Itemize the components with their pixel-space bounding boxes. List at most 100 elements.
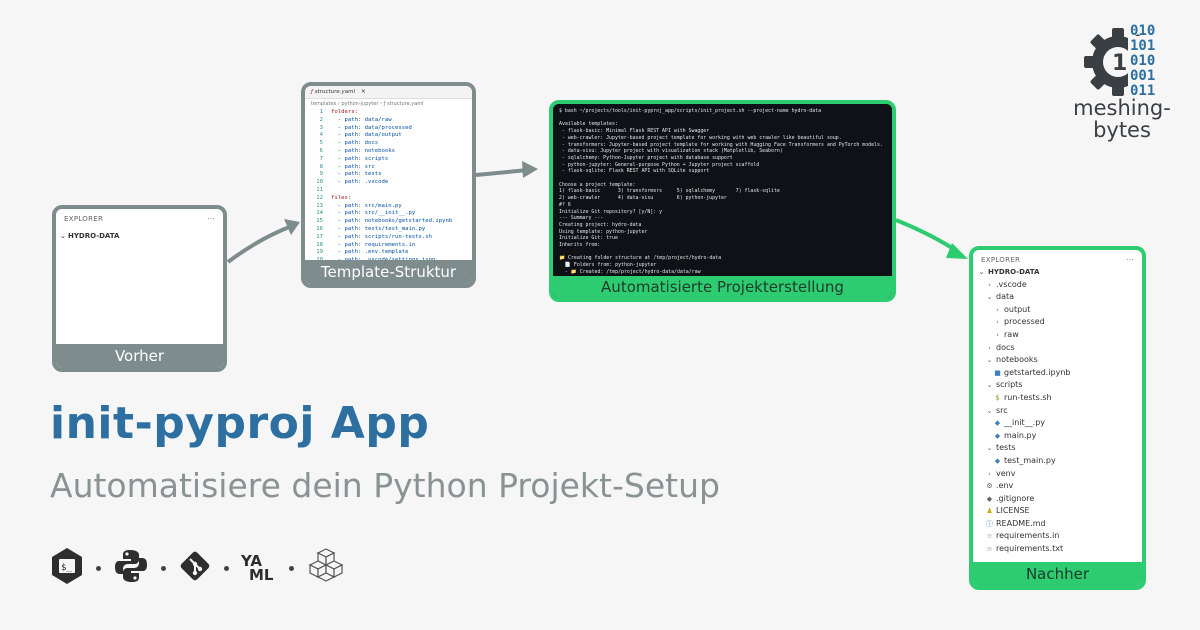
tree-item[interactable]: ◆ .gitignore [973,493,1142,506]
tree-item-label: output [1004,304,1031,314]
tree-item-label: main.py [1004,430,1037,440]
nachher-caption: Nachher [973,562,1142,586]
tree-item[interactable]: ⓘ README.md [973,518,1142,531]
chev-right-icon: › [988,280,991,289]
git-icon [178,549,212,587]
line-number: 13 [316,202,323,209]
page-subtitle: Automatisiere dein Python Projekt-Setup [50,466,720,505]
tree-item[interactable]: ⌄ scripts [973,379,1142,392]
tree-item[interactable]: › venv [973,468,1142,481]
code-text: - path: data/output [331,132,402,139]
tree-item-label: docs [996,342,1015,352]
tree-item[interactable]: ⚙ .env [973,480,1142,493]
tree-item[interactable]: ⌄ data [973,291,1142,304]
vorher-card: EXPLORER ··· ⌄ HYDRO-DATA Vorher [52,205,227,372]
tree-item[interactable]: ⌄ notebooks [973,354,1142,367]
chevron-down-icon: ⌄ [60,232,66,240]
tree-item-label: test_main.py [1004,455,1056,465]
code-line: 5 - path: docs [309,140,472,148]
explorer-label: EXPLORER [64,215,104,223]
text-icon: ≡ [986,545,993,554]
code-line: 2 - path: data/raw [309,117,472,125]
terminal-output[interactable]: $ bash ~/projects/tools/init-pyproj_app/… [553,104,892,276]
git-icon: ◆ [986,494,993,503]
explorer-root-folder[interactable]: ⌄ HYDRO-DATA [56,223,223,240]
terminal-caption: Automatisierte Projekterstellung [553,276,892,298]
line-number: 5 [319,140,323,147]
code-editor[interactable]: 1 folders: 2 - path: data/raw 3 - path: dat… [305,109,472,273]
code-line: 6 - path: notebooks [309,148,472,156]
tree-item[interactable]: ⌄ src [973,405,1142,418]
tree-item-label: requirements.in [996,531,1060,541]
more-actions-icon[interactable]: ··· [1126,256,1134,264]
tree-item[interactable]: ⌄ tests [973,442,1142,455]
nachher-card: EXPLORER ··· ⌄ HYDRO-DATA › .vscode ⌄ data › ou… [969,246,1146,590]
line-number: 19 [316,249,323,256]
code-line: 16 - path: tests/test_main.py [309,226,472,234]
chev-down-icon: ⌄ [978,268,985,276]
tree-item[interactable]: ◆ main.py [973,430,1142,443]
tree-item-label: README.md [996,518,1046,528]
tree-item-label: LICENSE [996,506,1030,516]
tree-item[interactable]: › processed [973,316,1142,329]
chev-down-icon: ⌄ [986,381,993,390]
shell-icon: $ [995,393,1000,402]
arrow-template-to-terminal [475,168,529,177]
chev-down-icon: ⌄ [986,293,993,302]
code-text: - path: src/__init__.py [331,210,416,217]
code-line: 12 files: [309,195,472,203]
editor-tab-label: structure.yaml [314,89,356,95]
boxes-icon [306,547,346,589]
tree-item[interactable]: › output [973,304,1142,317]
code-text: - path: data/processed [331,124,412,131]
more-actions-icon[interactable]: ··· [207,215,215,223]
code-text: - path: src/main.py [331,202,402,209]
code-text: - path: data/raw [331,116,392,123]
binary-line: 010 [1130,53,1156,69]
tree-item[interactable]: ◆ test_main.py [973,455,1142,468]
chev-right-icon: › [996,318,999,327]
tree-item[interactable]: ≡ requirements.txt [973,543,1142,556]
tree-item[interactable]: › raw [973,329,1142,342]
separator-dot [224,565,229,571]
license-icon: ♟ [986,507,993,516]
template-card: ƒ structure.yaml ✕ templates › python-jup… [301,82,476,288]
tree-item[interactable]: › docs [973,342,1142,355]
line-number: 1 [319,109,323,115]
tree-item[interactable]: ≡ requirements.in [973,530,1142,543]
tree-item[interactable]: ■ getstarted.ipynb [973,367,1142,380]
code-line: 14 - path: src/__init__.py [309,210,472,218]
close-icon[interactable]: ✕ [361,89,366,95]
code-line: 10 - path: .vscode [309,179,472,187]
binary-line: 101 [1130,38,1156,54]
tree-item[interactable]: ⌄ HYDRO-DATA [973,266,1142,279]
code-line: 13 - path: src/main.py [309,203,472,211]
arrow-terminal-to-nachher [895,218,960,254]
editor-tab[interactable]: ƒ structure.yaml ✕ [305,86,472,99]
tree-item[interactable]: $ run-tests.sh [973,392,1142,405]
separator-dot [161,565,166,571]
tree-item-label: data [996,292,1015,302]
code-line: 3 - path: data/processed [309,125,472,133]
tree-item[interactable]: › .vscode [973,279,1142,292]
chev-down-icon: ⌄ [986,356,993,365]
tree-item-label: HYDRO-DATA [988,268,1040,276]
line-number: 9 [319,171,323,178]
code-text: - path: docs [331,140,379,147]
tree-item[interactable]: ◆ __init__.py [973,417,1142,430]
code-text: - path: tests [331,171,382,178]
chev-down-icon: ⌄ [986,406,993,415]
logo-wordmark: meshing- bytes [1062,97,1182,141]
line-number: 10 [316,179,323,186]
code-line: 19 - path: .env.template [309,249,472,257]
line-number: 18 [316,241,323,248]
tech-icons-row: $_ YA ML [50,548,346,588]
bash-icon: $_ [50,547,84,589]
logo-binary: 010 101 010 001 011 [1130,24,1155,99]
tree-item[interactable]: ♟ LICENSE [973,505,1142,518]
tree-item-label: scripts [996,380,1023,390]
svg-text:1: 1 [1112,51,1127,76]
code-text: - path: scripts [331,155,389,162]
chev-right-icon: › [988,469,991,478]
code-text: - path: .env.template [331,249,409,256]
